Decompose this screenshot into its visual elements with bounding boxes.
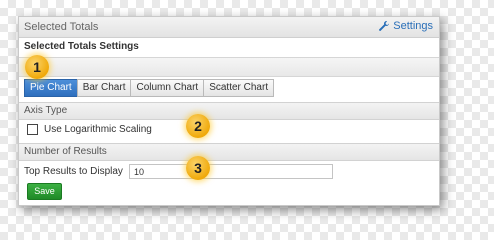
- top-results-input[interactable]: [128, 164, 333, 179]
- chart-type-row: [19, 57, 439, 77]
- settings-subtitle: Selected Totals Settings: [19, 38, 439, 56]
- axis-type-label: Axis Type: [24, 105, 68, 116]
- log-scale-label: Use Logarithmic Scaling: [44, 124, 152, 135]
- top-results-label: Top Results to Display: [24, 166, 123, 177]
- number-of-results-header: Number of Results: [19, 143, 439, 161]
- callout-badge-3: 3: [186, 156, 210, 180]
- top-results-row: Top Results to Display: [24, 164, 333, 179]
- callout-badge-1: 1: [25, 55, 49, 79]
- callout-badge-2: 2: [186, 114, 210, 138]
- selected-totals-panel: Selected Totals Settings Selected Totals…: [18, 16, 440, 206]
- axis-type-header: Axis Type: [19, 102, 439, 120]
- chart-type-buttons: Pie Chart Bar Chart Column Chart Scatter…: [24, 79, 275, 97]
- settings-subtitle-text: Selected Totals Settings: [24, 41, 139, 52]
- panel-header: Selected Totals Settings: [19, 17, 439, 38]
- save-button[interactable]: Save: [27, 183, 62, 200]
- bar-chart-button[interactable]: Bar Chart: [76, 79, 132, 97]
- log-scale-checkbox[interactable]: [27, 124, 38, 135]
- wrench-icon: [379, 21, 390, 31]
- scatter-chart-button[interactable]: Scatter Chart: [203, 79, 275, 97]
- settings-label: Settings: [393, 20, 433, 32]
- settings-link[interactable]: Settings: [378, 20, 433, 32]
- panel-title: Selected Totals: [24, 21, 99, 33]
- pie-chart-button[interactable]: Pie Chart: [24, 79, 78, 97]
- log-scale-row: Use Logarithmic Scaling: [27, 124, 152, 135]
- column-chart-button[interactable]: Column Chart: [130, 79, 205, 97]
- number-of-results-label: Number of Results: [24, 146, 107, 157]
